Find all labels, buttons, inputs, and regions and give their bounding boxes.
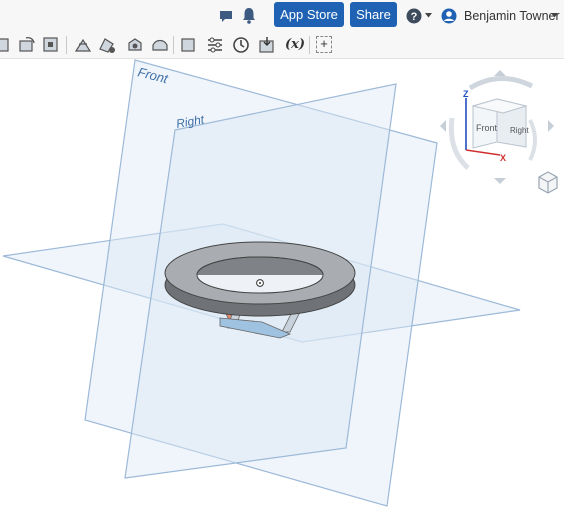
toolbar-separator — [66, 36, 67, 54]
user-dropdown-icon[interactable] — [551, 13, 558, 18]
axis-x-label: X — [500, 153, 506, 163]
history-icon[interactable] — [231, 35, 251, 55]
view-up-arrow-icon[interactable] — [494, 70, 506, 76]
extrude-icon[interactable] — [0, 35, 14, 55]
view-cube-right-label: Right — [510, 126, 529, 135]
app-store-button[interactable]: App Store — [274, 2, 344, 27]
feature-toolbar: (x) + — [0, 32, 564, 59]
add-icon[interactable]: + — [316, 36, 332, 53]
mate-connector-icon[interactable] — [205, 35, 225, 55]
axis-z-label: Z — [463, 89, 469, 99]
share-button[interactable]: Share — [350, 2, 397, 27]
view-right-arrow-icon[interactable] — [548, 120, 554, 132]
import-icon[interactable] — [257, 35, 277, 55]
top-bar: App Store Share ? Benjamin Towner — [0, 0, 564, 32]
help-icon[interactable]: ? — [406, 8, 422, 24]
sweep-icon[interactable] — [41, 35, 61, 55]
draft-icon[interactable] — [150, 35, 170, 55]
help-dropdown-icon[interactable] — [425, 13, 432, 18]
chat-icon[interactable] — [218, 8, 234, 24]
view-cube[interactable]: Front Right Z X — [440, 70, 554, 184]
user-name[interactable]: Benjamin Towner — [464, 9, 560, 23]
svg-text:?: ? — [411, 11, 418, 23]
view-cube-front-label: Front — [476, 123, 498, 133]
plane-icon[interactable] — [178, 35, 198, 55]
graphics-viewport[interactable]: Front Right Front Right Z X — [0, 58, 564, 510]
view-options-cube-icon[interactable] — [538, 171, 558, 194]
toolbar-separator — [173, 36, 174, 54]
chamfer-icon[interactable] — [97, 35, 117, 55]
toolbar-separator — [309, 36, 310, 54]
variable-icon[interactable]: (x) — [285, 37, 305, 52]
fillet-icon[interactable] — [73, 35, 93, 55]
view-left-arrow-icon[interactable] — [440, 120, 446, 132]
shell-icon[interactable] — [125, 35, 145, 55]
rotate-arrow-icon[interactable] — [468, 75, 534, 91]
revolve-icon[interactable] — [17, 35, 37, 55]
user-icon[interactable] — [441, 8, 457, 24]
view-down-arrow-icon[interactable] — [494, 178, 506, 184]
bell-icon[interactable] — [242, 7, 256, 24]
